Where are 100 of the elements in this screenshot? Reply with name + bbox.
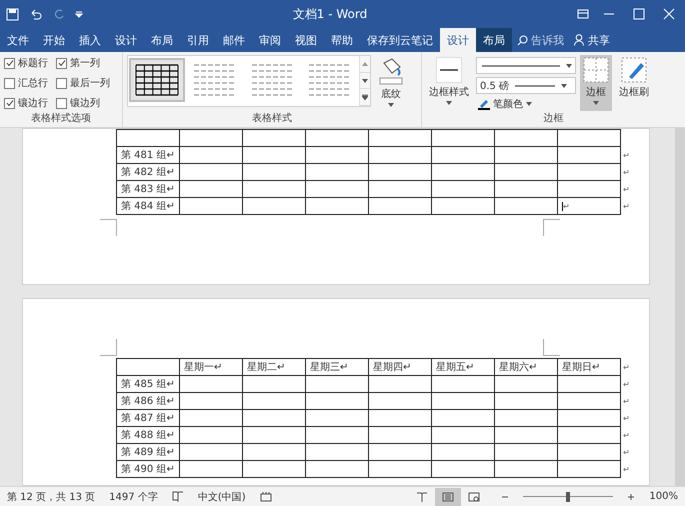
web-page-icon	[468, 492, 480, 502]
zoom-level: 100%	[649, 491, 678, 502]
checkbox-box[interactable]	[56, 58, 67, 68]
table-header-cell: 星期五↵	[432, 358, 494, 376]
word-count: 1497 个字	[109, 490, 158, 504]
ribbon-tab[interactable]: 审阅	[252, 28, 288, 52]
margin-corner-mark	[543, 219, 560, 236]
paragraph-mark: ↵	[620, 460, 632, 478]
caret-icon	[388, 103, 394, 107]
border-styles-button[interactable]: 边框样式	[426, 55, 472, 111]
paragraph-mark: ↵	[620, 426, 632, 444]
macro-icon[interactable]	[260, 491, 272, 502]
paragraph-mark: ↵	[620, 180, 632, 198]
ribbon-tab[interactable]: 邮件	[216, 28, 252, 52]
shading-button[interactable]: 底纹	[375, 55, 407, 111]
ribbon-tab[interactable]: 设计	[440, 28, 476, 52]
check-icon	[58, 59, 66, 67]
line-style-dropdown[interactable]	[476, 57, 576, 74]
caret-icon	[446, 101, 452, 105]
table-cell: 第 485 组↵	[116, 376, 180, 392]
redo-icon[interactable]	[53, 8, 65, 20]
checkbox-box[interactable]	[4, 58, 15, 68]
border-painter-button[interactable]: 边框刷	[616, 55, 652, 111]
ribbon-tab[interactable]: 设计	[108, 28, 144, 52]
search-icon	[517, 34, 528, 46]
more-button[interactable]	[360, 89, 370, 106]
text-cursor: ↵	[562, 202, 570, 210]
margin-corner-mark	[543, 339, 560, 356]
table-style-option[interactable]	[129, 58, 185, 102]
group-label: 表格样式	[251, 112, 293, 126]
checkbox[interactable]: 镶边行	[4, 95, 56, 111]
borders-grid-icon	[583, 57, 609, 83]
table-style-thumbnail-drawing	[134, 62, 180, 98]
check-icon	[6, 59, 14, 67]
checkbox-box[interactable]	[56, 78, 67, 88]
customize-toolbar-icon[interactable]	[75, 10, 83, 18]
save-icon[interactable]	[6, 8, 19, 20]
paint-bucket-icon	[378, 57, 404, 85]
ribbon-tab[interactable]: 文件	[0, 28, 36, 52]
ribbon-tab[interactable]: 视图	[288, 28, 324, 52]
borders-button[interactable]: 边框	[580, 55, 612, 111]
checkbox[interactable]: 第一列	[56, 55, 118, 71]
table-header-cell: 星期一↵	[180, 358, 242, 376]
checkbox[interactable]: 标题行	[4, 55, 56, 71]
table-cell: 第 484 组↵	[116, 198, 180, 214]
tell-me-search[interactable]: 告诉我	[512, 28, 569, 52]
table-header-cell: 星期二↵	[242, 358, 306, 376]
ribbon-tab[interactable]: 保存到云笔记	[360, 28, 440, 52]
up-arrow-icon	[362, 62, 368, 66]
line-style-icon	[436, 57, 462, 83]
table-cell: 第 488 组↵	[116, 426, 180, 444]
checkbox[interactable]: 汇总行	[4, 75, 56, 91]
ribbon-tab[interactable]: 帮助	[324, 28, 360, 52]
ribbon-tab[interactable]: 开始	[36, 28, 72, 52]
ribbon-display-icon[interactable]	[577, 8, 589, 20]
ribbon-tab[interactable]: 引用	[180, 28, 216, 52]
caret-icon	[526, 102, 532, 106]
margin-corner-mark	[100, 339, 117, 356]
table-header-cell: 星期六↵	[494, 358, 558, 376]
plus-icon[interactable]	[627, 492, 636, 500]
undo-icon[interactable]	[29, 8, 43, 20]
checkbox[interactable]: 镶边列	[56, 95, 118, 111]
ribbon-tab[interactable]: 布局	[144, 28, 180, 52]
margin-corner-mark	[100, 219, 117, 236]
page-count: 第 12 页，共 13 页	[7, 490, 96, 504]
caret-icon	[566, 64, 572, 68]
table-cell: 第 486 组↵	[116, 392, 180, 410]
checkbox[interactable]: 最后一列	[56, 75, 118, 91]
table-cell: 第 482 组↵	[116, 164, 180, 180]
paragraph-mark: ↵	[620, 410, 632, 426]
zoom-slider-thumb[interactable]	[566, 492, 570, 502]
expand-icon	[362, 94, 368, 100]
caret-icon	[561, 84, 568, 88]
share-button[interactable]: 共享	[569, 28, 615, 52]
person-icon	[574, 34, 585, 46]
table-cell: 第 481 组↵	[116, 146, 180, 164]
print-layout-button[interactable]	[435, 488, 462, 506]
paragraph-mark: ↵	[620, 164, 632, 180]
page-icon	[442, 492, 454, 502]
check-icon	[6, 99, 14, 107]
paragraph-mark: ↵	[620, 392, 632, 410]
border-painter-icon	[621, 57, 647, 83]
ribbon-tab[interactable]: 插入	[72, 28, 108, 52]
ribbon-tab[interactable]: 布局	[476, 28, 512, 52]
checkbox-box[interactable]	[4, 78, 15, 88]
down-arrow-icon	[362, 78, 368, 82]
group-label: 表格样式选项	[30, 112, 92, 126]
table-cell: 第 489 组↵	[116, 444, 180, 460]
proofing-icon[interactable]	[172, 491, 184, 502]
pen-color-button[interactable]: 笔颜色	[476, 97, 576, 111]
line-weight-dropdown[interactable]: 0.5 磅	[476, 77, 576, 94]
group-label: 边框	[542, 112, 564, 126]
scroll-down-button[interactable]	[360, 72, 370, 90]
table-header-cell: 星期日↵	[558, 358, 620, 376]
table-header-cell: 星期四↵	[368, 358, 432, 376]
checkbox-box[interactable]	[56, 98, 67, 108]
paragraph-mark: ↵	[620, 198, 632, 214]
window-title: 文档1 - Word	[292, 6, 368, 22]
paragraph-mark: ↵	[620, 358, 632, 376]
checkbox-box[interactable]	[4, 98, 15, 108]
